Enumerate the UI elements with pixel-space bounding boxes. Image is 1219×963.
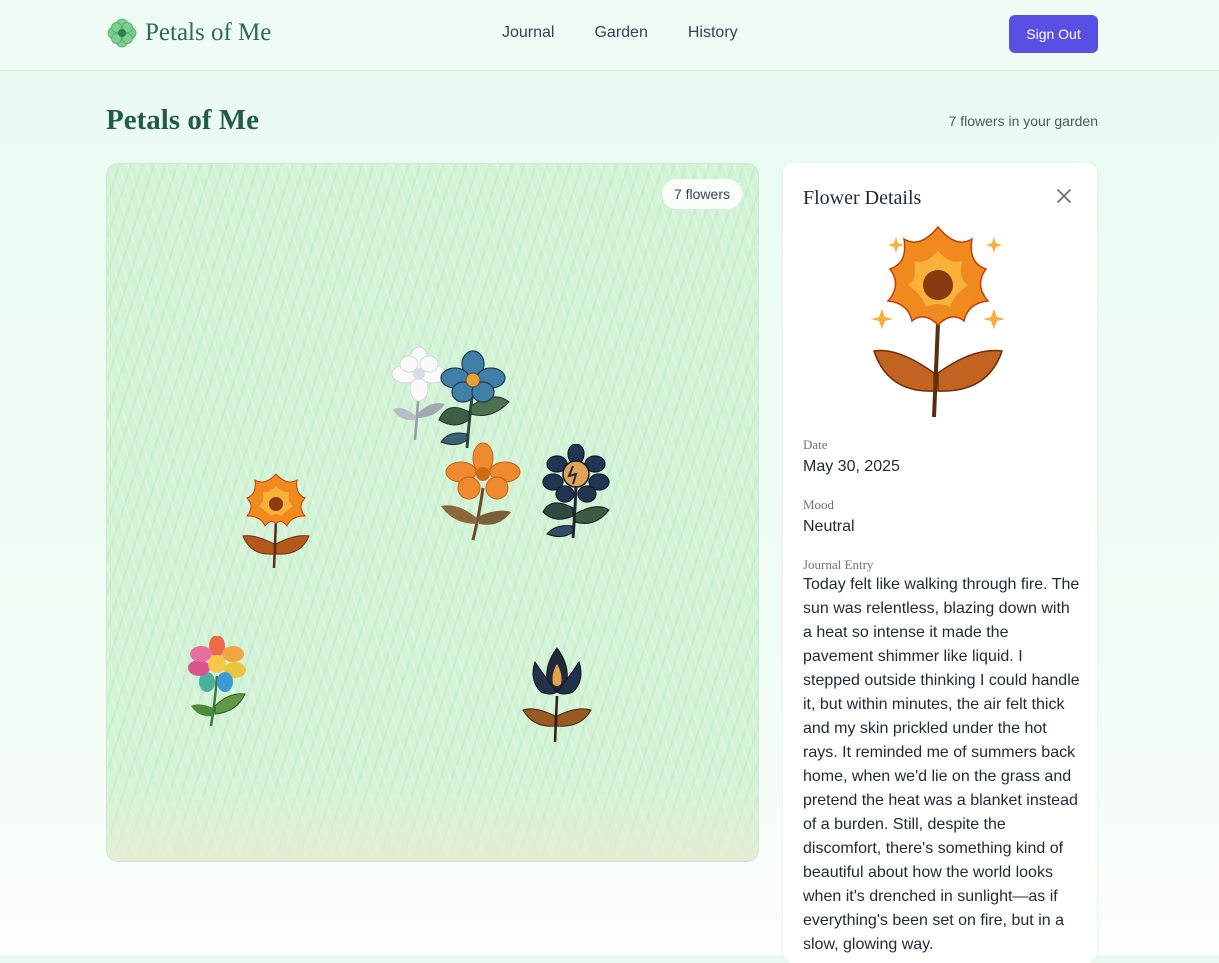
- fire-flower-icon: [871, 225, 1005, 418]
- brand-name: Petals of Me: [145, 19, 272, 46]
- brand-logo-link[interactable]: Petals of Me: [107, 18, 271, 48]
- fire-flower-icon[interactable]: [241, 472, 311, 570]
- dark-blue-flower-icon[interactable]: [539, 444, 613, 542]
- date-label: Date: [803, 437, 828, 452]
- nav-history[interactable]: History: [688, 24, 738, 42]
- orange-flower-icon[interactable]: [437, 442, 523, 542]
- close-icon[interactable]: [1055, 187, 1073, 205]
- flower-count-badge: 7 flowers: [661, 179, 742, 209]
- rainbow-flower-icon[interactable]: [185, 636, 251, 728]
- dark-lotus-flower-icon[interactable]: [521, 646, 593, 744]
- garden-canvas[interactable]: 7 flowers: [106, 163, 759, 862]
- mood-label: Mood: [803, 497, 835, 512]
- mood-value: Neutral: [803, 518, 855, 535]
- nav-journal[interactable]: Journal: [502, 24, 554, 42]
- top-navbar: Petals of Me Journal Garden History Sign…: [0, 0, 1219, 71]
- blue-flower-icon[interactable]: [429, 350, 515, 450]
- page-title: Petals of Me: [106, 104, 259, 136]
- journal-entry-label: Journal Entry: [803, 557, 874, 572]
- flower-logo-icon: [107, 18, 137, 48]
- sign-out-button[interactable]: Sign Out: [1009, 15, 1098, 53]
- main-nav: Journal Garden History: [502, 24, 778, 42]
- journal-entry-text: Today felt like walking through fire. Th…: [803, 576, 1080, 953]
- nav-garden[interactable]: Garden: [594, 24, 647, 42]
- details-title: Flower Details: [803, 187, 922, 209]
- flower-details-panel: Flower Details Date May 30, 2025 Mood Ne…: [783, 163, 1097, 963]
- garden-count-text: 7 flowers in your garden: [948, 113, 1098, 129]
- date-value: May 30, 2025: [803, 458, 900, 475]
